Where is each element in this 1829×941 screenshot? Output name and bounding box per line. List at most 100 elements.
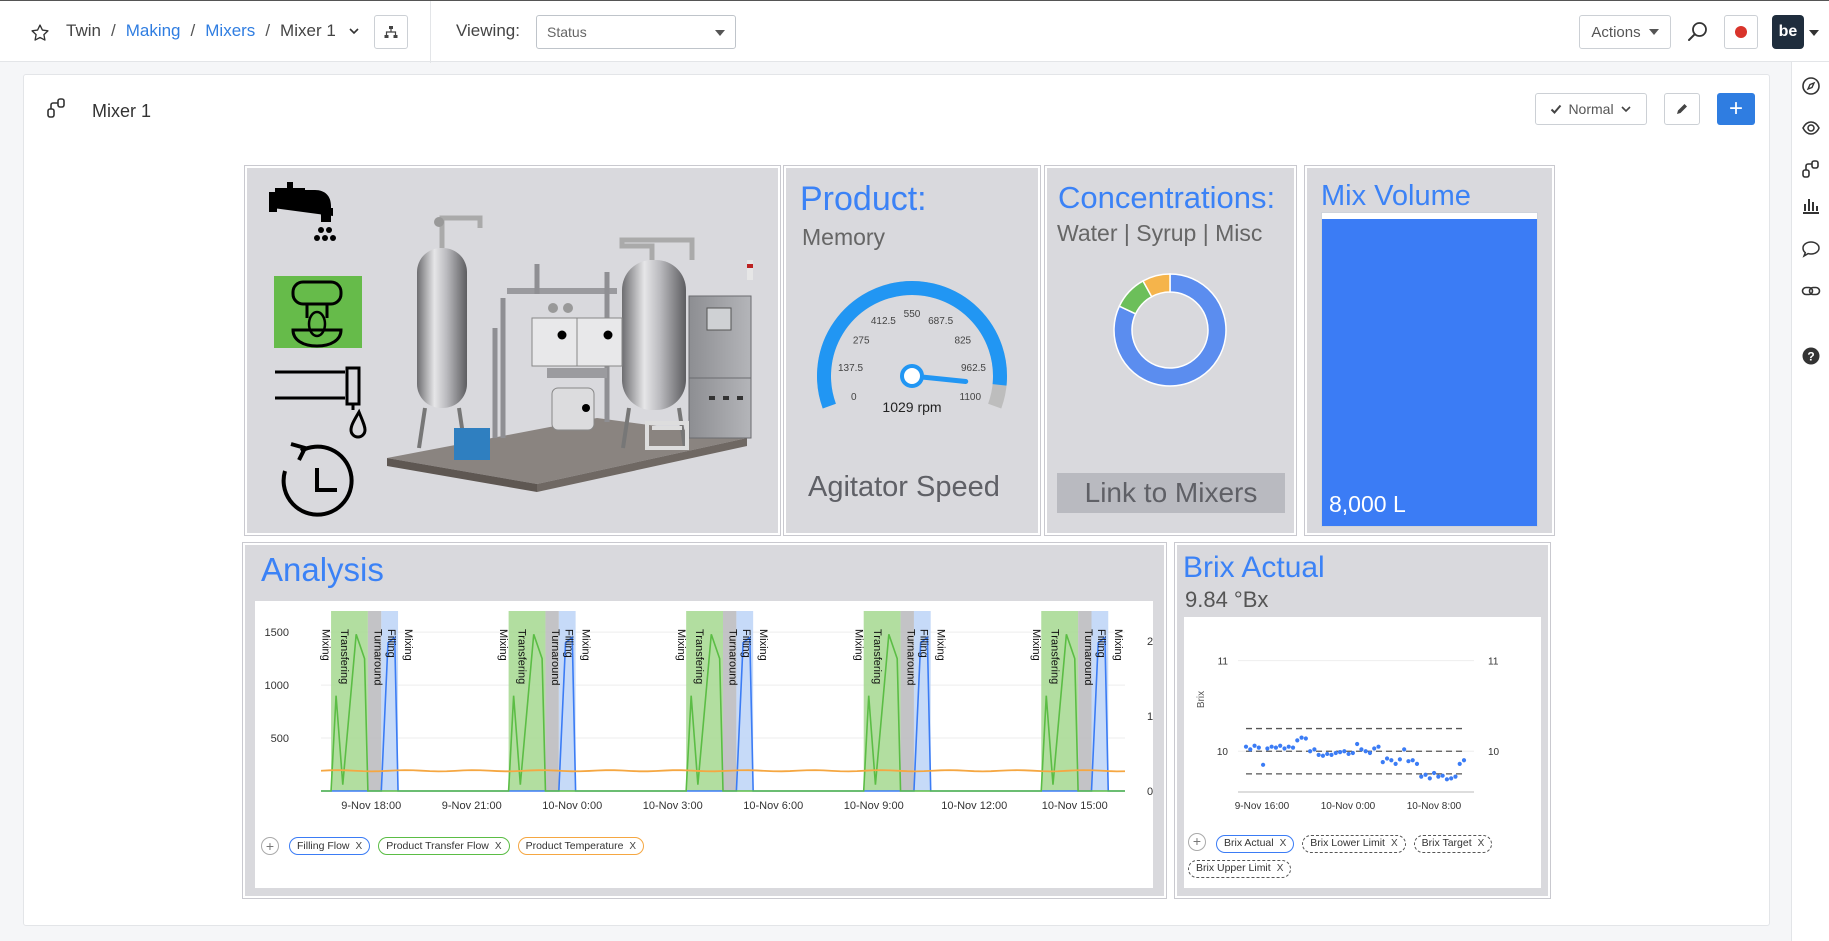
brix-point [1299, 735, 1304, 740]
x-tick-label: 9-Nov 16:00 [1235, 801, 1290, 812]
brix-point [1376, 744, 1381, 749]
analysis-panel: Analysis 500 1000 1500 0 100 200 Mixing Transfe… [242, 542, 1167, 899]
timer-reset-icon[interactable] [281, 442, 354, 517]
record-button[interactable] [1724, 15, 1758, 49]
gauge-label: Agitator Speed [808, 471, 1000, 503]
mixer-process-illustration [269, 182, 753, 517]
breadcrumb-twin[interactable]: Twin [66, 21, 101, 41]
legend-chip-filling-flow[interactable]: Filling Flow X [289, 837, 371, 855]
phase-label: Turnaround [372, 629, 384, 685]
brix-point [1359, 747, 1364, 752]
actions-button[interactable]: Actions [1579, 15, 1671, 49]
phase-label: Mixing [757, 629, 769, 661]
brix-point [1308, 749, 1313, 754]
remove-icon[interactable]: X [1280, 831, 1287, 856]
remove-icon[interactable]: X [356, 841, 363, 852]
phase-label: Mixing [934, 629, 946, 661]
gauge-tick-label: 1100 [960, 392, 982, 403]
brix-point [1346, 751, 1351, 757]
brix-point [1303, 736, 1308, 741]
concentrations-panel: Concentrations: Water | Syrup | Misc Lin… [1044, 165, 1297, 536]
viewing-label: Viewing: [456, 21, 520, 40]
breadcrumb-mixers[interactable]: Mixers [205, 21, 255, 41]
twin-icon [47, 98, 65, 118]
phase-label: Filling [1095, 629, 1107, 658]
legend-chip-brix-upper-limit[interactable]: Brix Upper Limit X [1188, 859, 1292, 878]
phase-label: Filling [563, 629, 575, 658]
mixer-machine-image [387, 215, 753, 492]
brix-point [1449, 776, 1454, 781]
caret-down-icon[interactable] [1809, 30, 1819, 36]
brix-point [1423, 772, 1428, 777]
gauge-value-label: 1029 rpm [882, 399, 941, 415]
brix-point [1402, 747, 1407, 752]
x-tick-label: 10-Nov 8:00 [1407, 801, 1462, 812]
edit-button[interactable] [1664, 93, 1700, 125]
phase-label: Mixing [1112, 629, 1124, 661]
y-left-tick-label: 500 [271, 733, 289, 745]
brix-point [1260, 762, 1266, 767]
comment-icon[interactable] [1801, 239, 1821, 259]
remove-icon[interactable]: X [1391, 831, 1398, 856]
link-icon[interactable] [1801, 281, 1821, 301]
legend-chip-brix-lower-limit[interactable]: Brix Lower Limit X [1302, 834, 1406, 853]
brix-point [1406, 759, 1411, 764]
add-button[interactable]: + [1717, 93, 1755, 125]
chevron-down-icon[interactable] [348, 25, 360, 37]
faucet-icon[interactable] [269, 182, 336, 241]
analysis-chart-area: 500 1000 1500 0 100 200 Mixing Transfering Turna… [255, 601, 1165, 888]
chevron-down-icon [1620, 106, 1631, 113]
agitator-speed-gauge: 0 137.5 275412.5 550 687.5825 962.5 1100 1029 r… [817, 281, 1007, 415]
viewing-select-value: Status [547, 24, 587, 40]
search-icon[interactable] [1686, 20, 1710, 44]
phase-label: Mixing [497, 629, 509, 661]
brix-point [1355, 741, 1360, 747]
breadcrumb-making[interactable]: Making [126, 21, 181, 41]
legend-chip-product-transfer-flow[interactable]: Product Transfer Flow X [378, 837, 510, 855]
twin-link-icon[interactable] [1801, 159, 1821, 179]
help-icon[interactable]: ? [1801, 346, 1821, 366]
caret-down-icon [715, 30, 725, 36]
remove-icon[interactable]: X [1277, 856, 1284, 881]
process-panel [244, 165, 781, 536]
compass-icon[interactable] [1801, 76, 1821, 96]
phase-label: Filling [740, 629, 752, 658]
phase-label: Turnaround [904, 629, 916, 685]
hierarchy-button[interactable] [374, 15, 408, 49]
legend-chip-product-temperature[interactable]: Product Temperature X [517, 837, 645, 855]
phase-label: Mixing [852, 629, 864, 661]
favorite-star-icon[interactable] [30, 23, 50, 43]
legend-chip-brix-target[interactable]: Brix Target X [1413, 834, 1493, 853]
phase-label: Turnaround [727, 629, 739, 685]
caret-down-icon [1648, 29, 1659, 35]
brix-point [1256, 745, 1261, 750]
eye-sync-icon[interactable] [1801, 117, 1821, 137]
viewing-select[interactable]: Status [536, 15, 736, 49]
mixer-icon[interactable] [274, 276, 362, 348]
mode-dropdown[interactable]: Normal [1535, 93, 1647, 125]
remove-icon[interactable]: X [1478, 831, 1485, 856]
pipe-drip-icon[interactable] [275, 366, 367, 439]
avatar[interactable]: be [1772, 15, 1804, 49]
right-rail: ? [1791, 62, 1829, 941]
product-name: Memory [802, 224, 886, 250]
add-series-button[interactable]: + [1188, 832, 1206, 851]
brix-point [1363, 749, 1368, 754]
brix-value: 9.84 °Bx [1185, 587, 1269, 612]
brix-point [1419, 774, 1424, 779]
brix-point [1273, 745, 1279, 750]
legend-chip-brix-actual[interactable]: Brix Actual X [1216, 834, 1295, 853]
phase-label: Transfering [693, 629, 705, 684]
remove-icon[interactable]: X [629, 841, 636, 852]
brix-point [1461, 758, 1467, 763]
brix-point [1342, 749, 1347, 754]
y-right-tick-label: 10 [1488, 747, 1500, 758]
breadcrumb-separator: / [190, 21, 196, 40]
add-series-button[interactable]: + [261, 837, 279, 855]
breadcrumb-mixer-1[interactable]: Mixer 1 [280, 21, 336, 41]
remove-icon[interactable]: X [495, 841, 502, 852]
bar-chart-icon[interactable] [1801, 195, 1821, 215]
brix-point [1431, 770, 1437, 776]
product-panel: Product: Memory 0 137.5 275 412.5 550 687.5 82… [783, 165, 1041, 536]
link-to-mixers-button[interactable]: Link to Mixers [1057, 473, 1285, 513]
